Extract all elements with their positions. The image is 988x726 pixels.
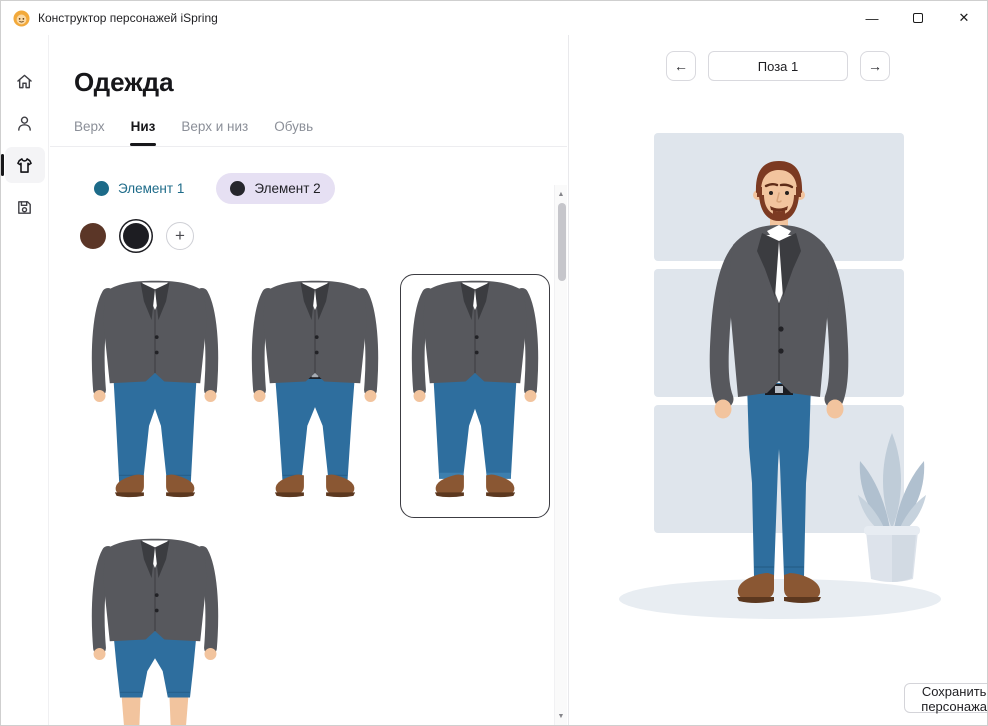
- plus-icon: +: [175, 226, 185, 245]
- outfit-jeans-3-art: [411, 280, 539, 498]
- tab-top[interactable]: Верх: [74, 119, 105, 146]
- element-2-label: Элемент 2: [254, 181, 321, 196]
- app-logo-icon: [13, 9, 30, 27]
- element-1-chip[interactable]: Элемент 1: [80, 173, 198, 204]
- arrow-right-icon: →: [868, 58, 882, 74]
- outfit-jeans-2-art: [251, 280, 379, 498]
- outfit-option-jeans-3-selected[interactable]: [400, 274, 550, 518]
- close-icon: ✕: [958, 10, 970, 25]
- minimize-button[interactable]: —: [849, 1, 895, 35]
- scrollbar-thumb[interactable]: [557, 203, 566, 281]
- preview-stage: [569, 99, 987, 669]
- home-icon: [17, 74, 32, 88]
- element-1-label: Элемент 1: [118, 181, 185, 196]
- sidebar-item-home[interactable]: [5, 63, 45, 99]
- minimize-icon: —: [865, 10, 879, 26]
- scrollbar[interactable]: ▲ ▼: [554, 185, 567, 725]
- color-swatches: +: [80, 222, 553, 250]
- element-2-chip[interactable]: Элемент 2: [216, 173, 335, 204]
- page-title: Одежда: [74, 67, 174, 97]
- outfit-shorts-1-art: [91, 538, 219, 725]
- previous-pose-button[interactable]: ←: [666, 51, 696, 81]
- maximize-button[interactable]: [895, 1, 941, 35]
- arrow-left-icon: ←: [674, 58, 688, 74]
- color-swatch-black-selected[interactable]: [123, 223, 149, 249]
- outfit-option-jeans-2[interactable]: [240, 274, 390, 518]
- person-icon: [18, 115, 31, 131]
- clothing-content: Элемент 1 Элемент 2 +: [50, 147, 567, 725]
- character-preview: [709, 161, 849, 603]
- tab-top-and-bottom[interactable]: Верх и низ: [181, 119, 248, 146]
- outfit-jeans-1-art: [91, 280, 219, 498]
- scroll-down-icon[interactable]: ▼: [555, 709, 567, 723]
- tab-bottom[interactable]: Низ: [131, 119, 156, 146]
- sidebar-item-save[interactable]: [5, 189, 45, 225]
- color-swatch-brown[interactable]: [80, 223, 106, 249]
- app-window: Конструктор персонажей iSpring — ✕ Одежд…: [0, 0, 988, 726]
- scroll-up-icon[interactable]: ▲: [555, 187, 567, 201]
- next-pose-button[interactable]: →: [860, 51, 890, 81]
- tab-shoes[interactable]: Обувь: [274, 119, 313, 146]
- clothing-icon: [17, 157, 32, 173]
- pose-selector[interactable]: Поза 1: [708, 51, 848, 81]
- close-button[interactable]: ✕: [941, 1, 987, 35]
- element-2-color-dot: [230, 181, 246, 196]
- outfit-option-shorts-1[interactable]: [80, 532, 230, 725]
- element-1-color-dot: [94, 181, 109, 196]
- sidebar-item-characters[interactable]: [5, 105, 45, 141]
- save-icon: [18, 200, 31, 214]
- title-bar: Конструктор персонажей iSpring — ✕: [1, 1, 987, 35]
- clothing-tabs: Верх Низ Верх и низ Обувь: [74, 119, 567, 146]
- outfit-option-jeans-1[interactable]: [80, 274, 230, 518]
- element-chips: Элемент 1 Элемент 2: [80, 173, 553, 204]
- clothing-panel: Одежда Верх Низ Верх и низ Обувь Элемент…: [50, 35, 567, 725]
- sidebar: [1, 35, 49, 725]
- add-color-button[interactable]: +: [166, 222, 194, 250]
- save-character-button[interactable]: Сохранить персонажа: [904, 682, 987, 714]
- pose-navigation: ← Поза 1 →: [569, 51, 987, 81]
- window-title: Конструктор персонажей iSpring: [38, 11, 218, 25]
- maximize-icon: [913, 13, 923, 23]
- sidebar-item-clothing[interactable]: [1, 147, 45, 183]
- preview-panel: ← Поза 1 → Сохранить персонажа: [568, 35, 987, 725]
- outfit-thumbnails: [80, 274, 552, 725]
